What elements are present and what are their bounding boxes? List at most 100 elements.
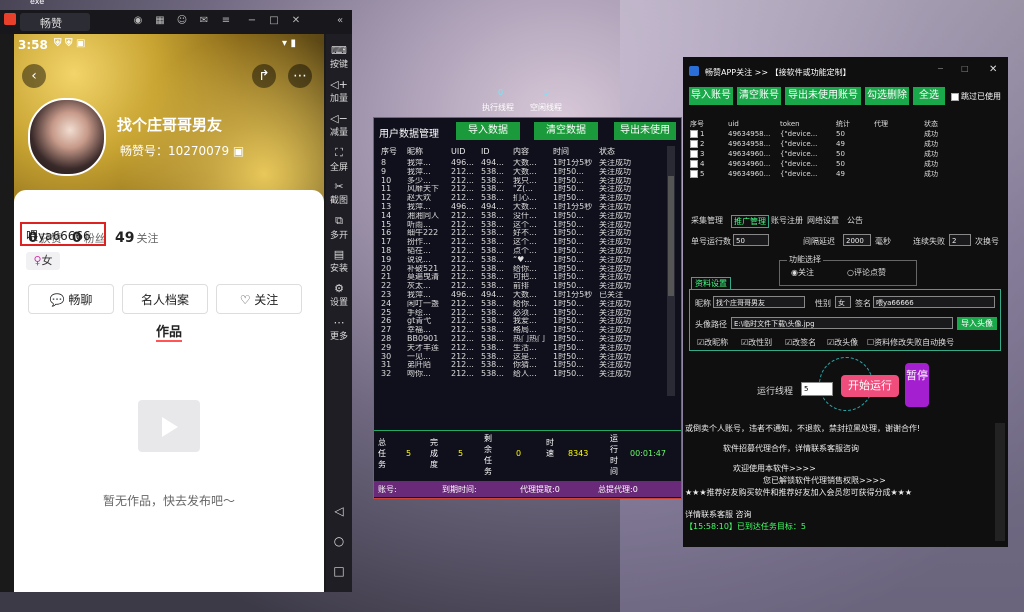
nav-recents-icon[interactable]: □ [326, 564, 352, 578]
follow-button[interactable]: ♡ 关注 [216, 284, 302, 314]
table-row[interactable]: 1 49634958... {"device... 50 成功 [689, 129, 979, 139]
cb-auto-switch[interactable]: ☐资料修改失败自动换号 [867, 337, 954, 348]
copy-icon[interactable]: ▣ [233, 144, 244, 158]
pause-button[interactable]: 暂停 [905, 363, 929, 407]
import-avatar-button[interactable]: 导入头像 [957, 317, 997, 330]
scrollbar-thumb[interactable] [668, 176, 674, 296]
column-header[interactable]: 序号 [380, 146, 406, 159]
nav-home-icon[interactable]: ○ [326, 534, 352, 548]
maximize-icon[interactable]: □ [961, 64, 969, 73]
table-scrollbar[interactable] [667, 146, 675, 396]
row-checkbox[interactable] [690, 140, 698, 148]
tab-works[interactable]: 作品 [156, 321, 183, 342]
sidebar-more[interactable]: ⋯ 更多 [326, 316, 352, 342]
table-row[interactable]: 2 49634958... {"device... 49 成功 [689, 139, 979, 149]
tab-promote[interactable]: 推广管理 [731, 215, 769, 228]
table-row[interactable]: 30 一见... 212... 538... 这是... 1时50... 关注成功 [380, 353, 665, 362]
tab-network[interactable]: 网络设置 [807, 215, 839, 226]
log-scrollbar[interactable] [995, 423, 1005, 541]
fail-input[interactable]: 2 [949, 234, 971, 246]
cb-nick[interactable]: ☑改昵称 [697, 337, 728, 348]
checkbox-box[interactable] [951, 92, 959, 101]
table-row[interactable]: 14 湘湘同人 212... 538... 没什... 1时50... 关注成功 [380, 212, 665, 221]
column-header[interactable]: uid [727, 119, 779, 129]
cb-avatar[interactable]: ☑改头像 [827, 337, 858, 348]
row-checkbox[interactable] [690, 130, 698, 138]
column-header[interactable]: UID [450, 146, 480, 159]
table-row[interactable]: 17 扮作... 212... 538... 这个... 1时50... 关注成功 [380, 238, 665, 247]
interval-input[interactable]: 2000 [843, 234, 871, 246]
minimize-icon[interactable]: − [937, 64, 944, 73]
single-run-input[interactable]: 50 [733, 234, 769, 246]
tab-collect[interactable]: 采集管理 [691, 215, 723, 226]
column-header[interactable]: 代理 [873, 119, 923, 129]
table-row[interactable]: 18 韬在... 212... 538... 点个... 1时50... 关注成功 [380, 247, 665, 256]
table-row[interactable]: 25 手绘... 212... 538... 必须... 1时50... 关注成功 [380, 309, 665, 318]
share-icon[interactable]: ↱ [252, 64, 276, 88]
tab-register[interactable]: 账号注册 [771, 215, 803, 226]
table-row[interactable]: 27 幸福... 212... 538... 格局... 1时50... 关注成功 [380, 326, 665, 335]
table-row[interactable]: 31 弟阡陌 212... 538... 你猜... 1时50... 关注成功 [380, 361, 665, 370]
export-unused-button[interactable]: 导出未使用 [614, 122, 676, 140]
emulator-tab[interactable]: 畅赞 [20, 13, 90, 31]
table-row[interactable]: 22 灰太... 212... 538... 前排 1时50... 关注成功 [380, 282, 665, 291]
table-row[interactable]: 16 细牛222 212... 538... 好不... 1时50... 关注成功 [380, 229, 665, 238]
table-row[interactable]: 4 49634960... {"device... 50 成功 [689, 159, 979, 169]
table-row[interactable]: 3 49634960... {"device... 50 成功 [689, 149, 979, 159]
mail-icon[interactable]: ✉ [198, 15, 210, 27]
import-account-button[interactable]: 导入账号 [689, 87, 733, 105]
collapse-sidebar-icon[interactable]: « [334, 15, 346, 27]
sidebar-settings[interactable]: ⚙ 设置 [326, 282, 352, 308]
table-row[interactable]: 32 吻你... 212... 538... 给人... 1时50... 关注成功 [380, 370, 665, 379]
table-row[interactable]: 24 闲叮一盏 212... 538... 给你... 1时50... 关注成功 [380, 300, 665, 309]
profile-file-button[interactable]: 名人档案 [122, 284, 208, 314]
table-row[interactable]: 20 补破521 212... 538... 给你... 1时50... 关注成功 [380, 265, 665, 274]
sidebar-volume-up[interactable]: ◁+ 加量 [326, 78, 352, 104]
table-row[interactable]: 12 赵大欢 212... 538... 扪心... 1时50... 关注成功 [380, 194, 665, 203]
column-header[interactable]: 状态 [598, 146, 665, 159]
more-icon[interactable]: ⋯ [288, 64, 312, 88]
like-radio[interactable]: ○评论点赞 [847, 267, 886, 278]
threads-input[interactable]: 5 [801, 382, 833, 396]
nick-input[interactable]: 找个庄哥哥男友 [713, 296, 805, 308]
keyboard-icon[interactable]: ▦ [154, 15, 166, 27]
column-header[interactable]: 状态 [923, 119, 979, 129]
cb-gender[interactable]: ☑改性别 [741, 337, 772, 348]
account-icon[interactable]: ☺ [176, 15, 188, 27]
minimize-icon[interactable]: − [246, 15, 258, 27]
column-header[interactable]: token [779, 119, 835, 129]
table-row[interactable]: 5 49634960... {"device... 49 成功 [689, 169, 979, 179]
cb-sign[interactable]: ☑改签名 [785, 337, 816, 348]
select-all-button[interactable]: 全选 [913, 87, 945, 105]
nav-back-icon[interactable]: ◁ [326, 504, 352, 518]
export-unused-account-button[interactable]: 导出未使用账号 [785, 87, 861, 105]
table-row[interactable]: 10 多少... 212... 538... 我只... 1时50... 关注成功 [380, 177, 665, 186]
gender-input[interactable]: 女 [835, 296, 851, 308]
column-header[interactable]: 内容 [512, 146, 552, 159]
sidebar-screenshot[interactable]: ✂ 截图 [326, 180, 352, 206]
table-row[interactable]: 11 风靡天下 212... 538... "Z(... 1时50... 关注成功 [380, 185, 665, 194]
table-row[interactable]: 9 我萍... 212... 538... 大数... 1时50... 关注成功 [380, 168, 665, 177]
back-icon[interactable]: ‹ [22, 64, 46, 88]
tab-notice[interactable]: 公告 [847, 215, 863, 226]
maximize-icon[interactable]: □ [268, 15, 280, 27]
avatar-path-input[interactable]: E:\临时文件下载\头像.jpg [731, 317, 953, 329]
import-data-button[interactable]: 导入数据 [456, 122, 520, 140]
table-row[interactable]: 29 天才丰莲 212... 538... 生活... 1时50... 关注成功 [380, 344, 665, 353]
sidebar-fullscreen[interactable]: ⛶ 全屏 [326, 146, 352, 173]
table-row[interactable]: 23 我萍... 496... 494... 大数... 1时1分5秒 已关注 [380, 291, 665, 300]
table-row[interactable]: 8 我萍... 496... 494... 大数... 1时1分5秒 关注成功 [380, 159, 665, 168]
column-header[interactable]: 时间 [552, 146, 598, 159]
follows-stat[interactable]: 49 关注 [115, 230, 158, 246]
column-header[interactable]: 序号 [689, 119, 727, 129]
table-row[interactable]: 15 听雨... 212... 538... 这个... 1时50... 关注成功 [380, 221, 665, 230]
sidebar-install[interactable]: ▤ 安装 [326, 248, 352, 274]
row-checkbox[interactable] [690, 160, 698, 168]
sidebar-volume-down[interactable]: ◁− 减量 [326, 112, 352, 138]
clear-account-button[interactable]: 清空账号 [737, 87, 781, 105]
close-icon[interactable]: ✕ [290, 15, 302, 27]
column-header[interactable]: 统计 [835, 119, 873, 129]
table-row[interactable]: 26 gt青弋 212... 538... 我爱... 1时50... 关注成功 [380, 317, 665, 326]
table-row[interactable]: 28 BB0901 212... 538... 热门热门 1时50... 关注成功 [380, 335, 665, 344]
sidebar-multi-instance[interactable]: ⧉ 多开 [326, 214, 352, 241]
